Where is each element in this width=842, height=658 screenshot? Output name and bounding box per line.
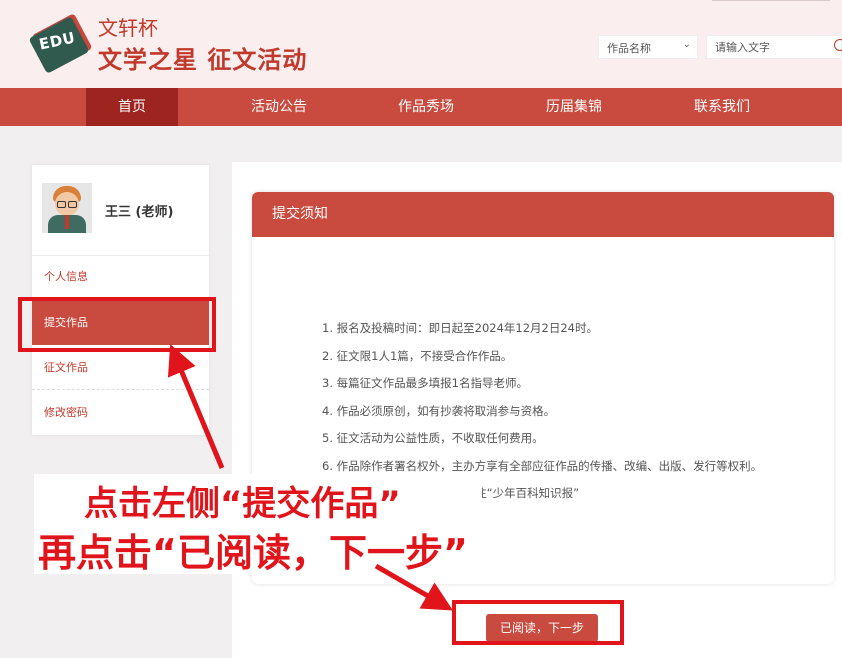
arrow-to-submit bbox=[167, 344, 225, 469]
annotation-arrows bbox=[167, 344, 453, 611]
arrow-to-next bbox=[374, 563, 453, 611]
